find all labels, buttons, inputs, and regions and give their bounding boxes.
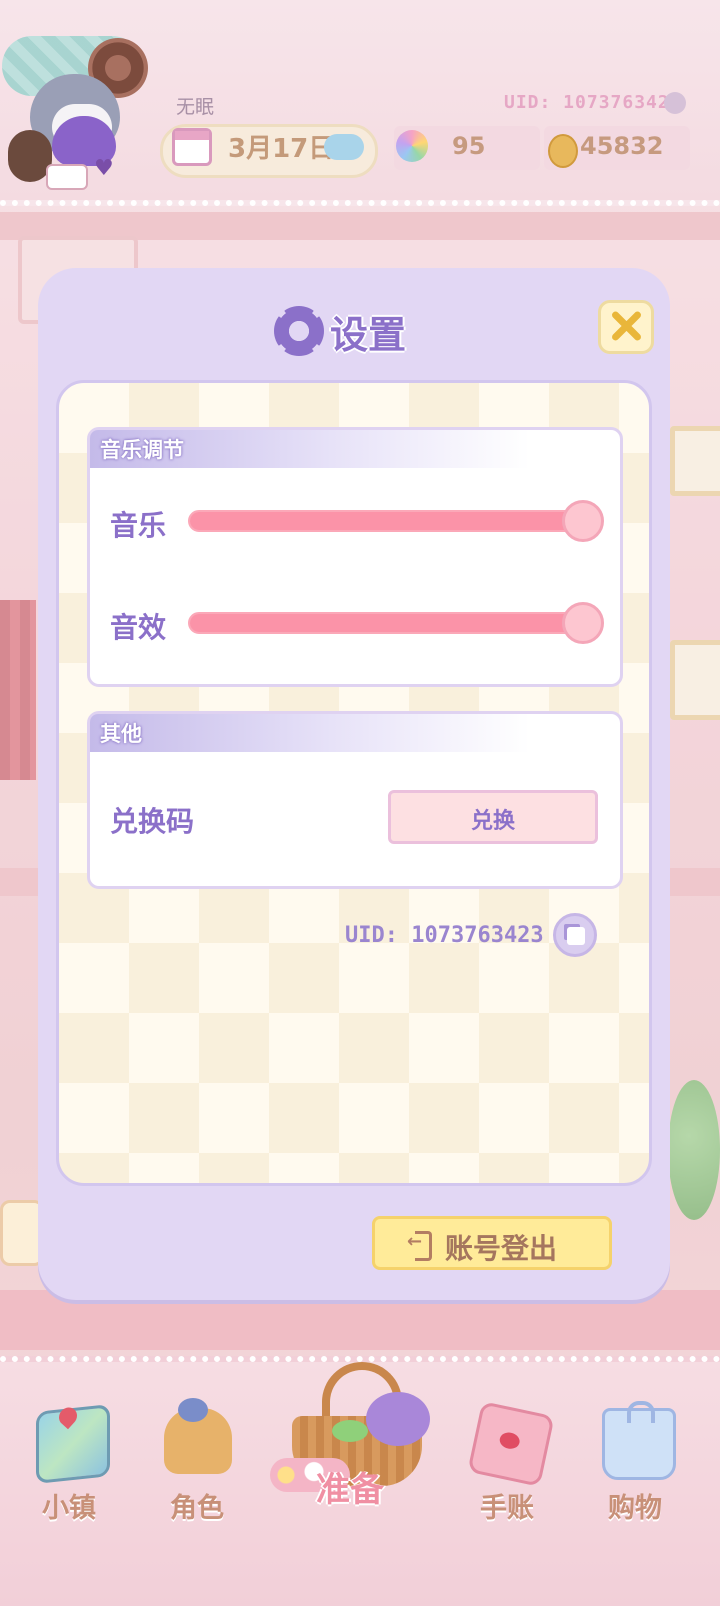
dialog-header: 设置	[38, 298, 670, 358]
dialog-title: 设置	[330, 313, 407, 357]
music-section-title: 音乐调节	[100, 438, 184, 462]
flower-gem-icon	[396, 130, 428, 162]
sfx-label: 音效	[110, 611, 167, 644]
music-label: 音乐	[110, 509, 167, 542]
player-avatar[interactable]: ♥	[2, 30, 152, 190]
nav-label: 角色	[170, 1493, 224, 1524]
other-section-title: 其他	[100, 722, 142, 746]
redeem-button[interactable]: 兑换	[388, 790, 598, 844]
close-button[interactable]	[598, 300, 654, 354]
settings-dialog: 设置 音乐调节 音乐 音效 其他 兑换码 兑换 UID: 1073763423 …	[38, 268, 670, 1300]
slider-fill	[190, 614, 582, 632]
slider-thumb[interactable]	[562, 602, 604, 644]
calendar-icon	[172, 128, 212, 166]
music-settings-card: 音乐调节 音乐 音效	[87, 427, 623, 687]
nav-label: 手账	[480, 1493, 534, 1524]
top-status-bar: ♥ 无眠 UID: 1073763423 3月17日 95 45832	[0, 0, 720, 206]
journal-icon	[467, 1401, 555, 1487]
player-name: 无眠	[176, 96, 215, 118]
nav-journal[interactable]: 手账	[452, 1401, 562, 1532]
heart-icon: ♥	[94, 156, 114, 181]
map-icon	[36, 1404, 110, 1484]
coins-value: 45832	[580, 132, 664, 160]
nav-character[interactable]: 角色	[142, 1398, 252, 1532]
bottom-navigation: 小镇 角色 准备 手账 购物	[0, 1356, 720, 1606]
logout-button[interactable]: 账号登出	[372, 1216, 612, 1270]
copy-uid-button[interactable]	[553, 913, 597, 957]
nav-town[interactable]: 小镇	[14, 1402, 124, 1532]
shopping-bag-icon	[602, 1401, 676, 1480]
date-text: 3月17日	[228, 134, 335, 164]
slider-track	[188, 612, 584, 634]
slider-fill	[190, 512, 582, 530]
other-settings-card: 其他 兑换码 兑换	[87, 711, 623, 889]
cloud-icon	[324, 134, 364, 160]
nav-label: 小镇	[42, 1493, 96, 1524]
uid-text: UID: 1073763423	[345, 923, 544, 948]
card-header: 音乐调节	[90, 430, 530, 468]
copy-icon	[567, 927, 585, 945]
slider-thumb[interactable]	[562, 500, 604, 542]
avatar-cake	[46, 164, 88, 190]
copy-icon[interactable]	[664, 92, 686, 114]
settings-panel: 音乐调节 音乐 音效 其他 兑换码 兑换 UID: 1073763423	[56, 380, 652, 1186]
player-uid: UID: 1073763423	[504, 92, 682, 113]
redeem-code-label: 兑换码	[110, 805, 195, 838]
close-icon	[609, 309, 643, 343]
logout-icon	[407, 1231, 432, 1261]
nav-shopping[interactable]: 购物	[580, 1401, 690, 1532]
coin-icon	[548, 134, 578, 168]
sfx-volume-slider[interactable]	[188, 602, 604, 644]
music-volume-slider[interactable]	[188, 500, 604, 542]
gear-icon	[274, 306, 324, 356]
gems-value: 95	[452, 132, 486, 160]
card-header: 其他	[90, 714, 530, 752]
redeem-button-label: 兑换	[470, 809, 515, 834]
hat-icon	[366, 1392, 430, 1446]
character-icon	[164, 1398, 232, 1474]
nav-prepare-label[interactable]: 准备	[316, 1462, 384, 1511]
nav-label: 购物	[608, 1493, 662, 1524]
logout-label: 账号登出	[445, 1232, 558, 1265]
slider-track	[188, 510, 584, 532]
bow-icon	[332, 1420, 368, 1442]
